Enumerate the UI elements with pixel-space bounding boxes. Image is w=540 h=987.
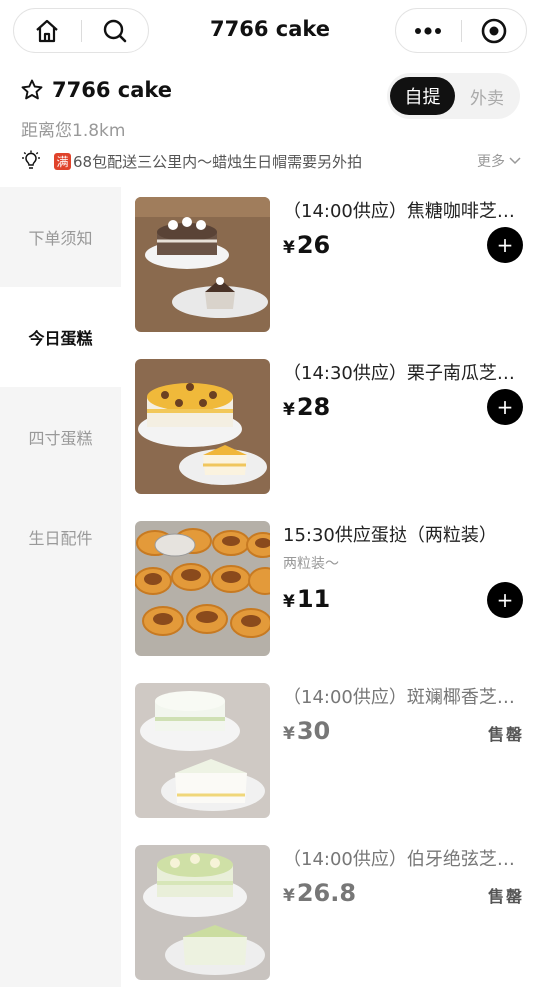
discount-badge: 满 [54,152,71,170]
currency-symbol: ¥ [283,592,295,612]
more-link[interactable]: 更多 [477,151,522,171]
product-image [135,197,270,332]
sold-out-label: 售罄 [488,725,525,744]
search-icon [103,19,127,42]
price-value: 26.8 [296,879,357,907]
product-image [135,845,270,980]
category-item[interactable]: 生日配件 [0,487,121,587]
product-name: 15:30供应蛋挞（两粒装） [283,525,497,546]
product-image [135,521,270,656]
product-item[interactable]: （14:30供应）栗子南瓜芝士蛋糕 ¥28 + [121,349,540,511]
more-label: 更多 [477,154,505,170]
product-name: （14:30供应）栗子南瓜芝士蛋糕 [283,363,528,384]
product-name: （14:00供应）焦糖咖啡芝士蛋糕 [283,201,528,222]
category-label: 下单须知 [28,229,93,248]
product-price: ¥30 [283,717,330,745]
store-distance: 距离您1.8km [21,121,126,141]
plus-icon: + [496,233,514,257]
search-button[interactable] [82,9,148,52]
lightbulb-icon [22,150,40,169]
product-item[interactable]: （14:00供应）焦糖咖啡芝士蛋糕 ¥26 + [121,187,540,349]
notice-text: 68包配送三公里内～蜡烛生日帽需要另外拍 [73,152,363,171]
plus-icon: + [496,395,514,419]
price-value: 30 [296,717,331,745]
home-button[interactable] [14,9,80,52]
sold-out-label: 售罄 [488,887,525,906]
product-item[interactable]: 15:30供应蛋挞（两粒装） 两粒装～ ¥11 + [121,511,540,673]
store-header: 7766 cake [20,78,172,102]
add-to-cart-button[interactable]: + [487,389,523,425]
product-item-soldout[interactable]: （14:00供应）斑斓椰香芝士蛋糕 ¥30 售罄 [121,673,540,835]
nav-capsule-right [395,8,527,53]
close-miniprogram-button[interactable] [462,9,526,52]
star-icon[interactable] [20,78,44,102]
price-value: 26 [296,231,331,259]
add-to-cart-button[interactable]: + [487,227,523,263]
add-to-cart-button[interactable]: + [487,582,523,618]
chevron-down-icon [509,157,521,165]
currency-symbol: ¥ [283,886,295,906]
category-item[interactable]: 四寸蛋糕 [0,387,121,487]
store-notice[interactable]: 满 68包配送三公里内～蜡烛生日帽需要另外拍 更多 [20,148,525,174]
product-image [135,683,270,818]
product-subtitle: 两粒装～ [283,556,339,572]
product-name: （14:00供应）斑斓椰香芝士蛋糕 [283,687,528,708]
category-label: 四寸蛋糕 [28,429,93,448]
currency-symbol: ¥ [283,238,295,258]
price-value: 11 [296,585,331,613]
product-price: ¥28 [283,393,330,421]
pickup-option[interactable]: 自提 [390,77,455,115]
more-dots-icon [415,26,441,35]
delivery-option[interactable]: 外卖 [457,77,517,115]
nav-capsule-left [13,8,149,53]
product-price: ¥26 [283,231,330,259]
target-icon [481,18,507,43]
pickup-delivery-toggle[interactable]: 自提 外卖 [387,73,520,119]
plus-icon: + [496,588,514,612]
top-nav-bar: 7766 cake [0,0,540,62]
category-label: 生日配件 [28,529,93,548]
product-price: ¥11 [283,585,330,613]
product-image [135,359,270,494]
more-menu-button[interactable] [396,9,460,52]
home-icon [36,19,58,42]
category-label: 今日蛋糕 [28,329,93,348]
page-title: 7766 cake [209,17,331,41]
price-value: 28 [296,393,331,421]
category-item-active[interactable]: 今日蛋糕 [0,287,121,387]
currency-symbol: ¥ [283,400,295,420]
product-item-soldout[interactable]: （14:00供应）伯牙绝弦芝士蛋糕 ¥26.8 售罄 [121,835,540,987]
category-item[interactable]: 下单须知 [0,187,121,287]
category-sidebar: 下单须知 今日蛋糕 四寸蛋糕 生日配件 [0,187,121,987]
product-name: （14:00供应）伯牙绝弦芝士蛋糕 [283,849,528,870]
currency-symbol: ¥ [283,724,295,744]
store-name: 7766 cake [52,78,173,102]
product-price: ¥26.8 [283,879,356,907]
